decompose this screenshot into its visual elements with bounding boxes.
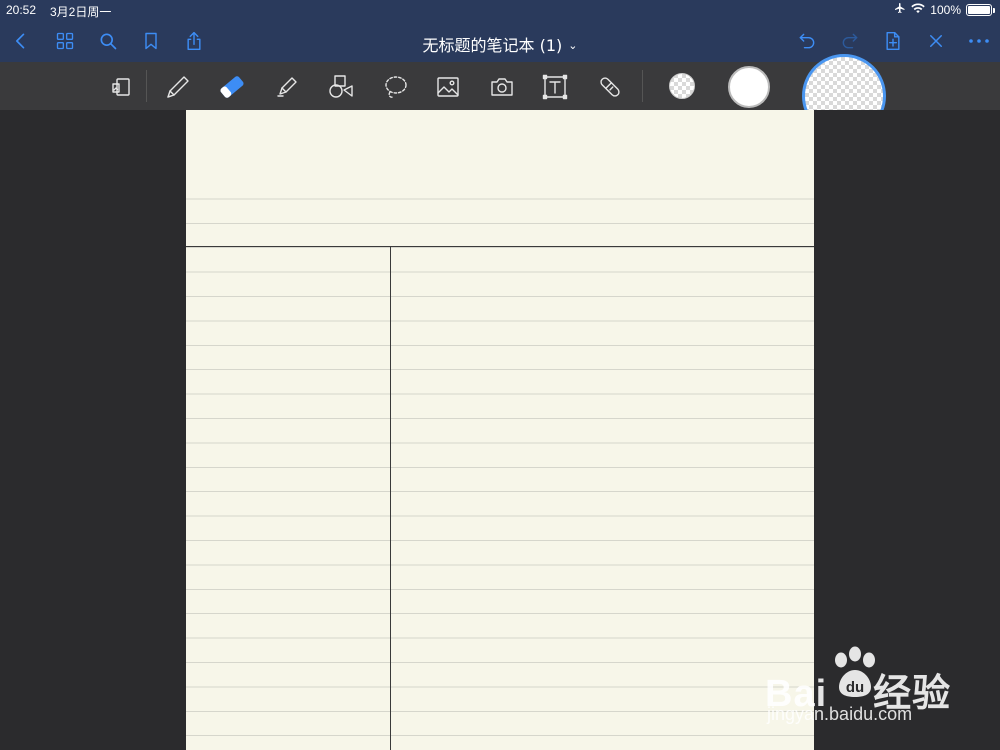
- redo-icon: [842, 33, 858, 49]
- shapes-icon: [329, 75, 353, 98]
- status-date: 3月2日周一: [50, 5, 112, 19]
- pen-tool[interactable]: [163, 72, 193, 102]
- pen-icon: [167, 76, 189, 98]
- airplane-icon: [894, 2, 906, 17]
- eraser-tool[interactable]: [217, 72, 247, 102]
- laser-pointer-tool[interactable]: [595, 72, 625, 102]
- add-page-button[interactable]: [880, 29, 906, 53]
- status-time: 20:52: [6, 3, 37, 17]
- eraser-size-small[interactable]: [669, 73, 695, 99]
- cornell-header-divider: [186, 246, 814, 247]
- image-icon: [437, 77, 459, 97]
- close-icon: [930, 35, 942, 47]
- wifi-icon: [911, 2, 926, 17]
- toolbar-divider: [642, 70, 643, 102]
- status-right: 100%: [894, 2, 995, 17]
- laser-pointer-icon: [600, 77, 620, 97]
- add-page-icon: [886, 31, 900, 51]
- lasso-tool[interactable]: [380, 72, 410, 102]
- readonly-view-tool[interactable]: [106, 72, 136, 102]
- battery-icon: [966, 3, 995, 16]
- page-header-area: [186, 110, 814, 176]
- camera-icon: [491, 78, 513, 96]
- chevron-down-icon: ⌄: [568, 39, 578, 52]
- text-tool[interactable]: [540, 72, 570, 102]
- shapes-tool[interactable]: [326, 72, 356, 102]
- more-icon: [969, 39, 989, 43]
- toolbar-divider: [146, 70, 147, 102]
- readonly-view-icon: [112, 78, 130, 96]
- cornell-cue-column-divider: [390, 247, 391, 750]
- undo-button[interactable]: [794, 29, 820, 53]
- image-tool[interactable]: [433, 72, 463, 102]
- camera-tool[interactable]: [487, 72, 517, 102]
- status-bar: 20:52 3月2日周一 100%: [0, 0, 1000, 20]
- battery-percent: 100%: [930, 2, 961, 17]
- note-page[interactable]: [186, 110, 814, 750]
- highlighter-icon: [277, 77, 297, 97]
- document-title-text: 无标题的笔记本 (1): [422, 36, 563, 55]
- close-button[interactable]: [923, 29, 949, 53]
- text-icon: [542, 74, 568, 100]
- watermark-site: jingyan.baidu.com: [767, 704, 913, 724]
- tool-bar: [0, 54, 1000, 138]
- lasso-icon: [385, 76, 407, 98]
- undo-icon: [799, 33, 815, 49]
- highlighter-tool[interactable]: [272, 72, 302, 102]
- eraser-size-medium[interactable]: [728, 66, 770, 108]
- redo-button[interactable]: [837, 29, 863, 53]
- eraser-icon: [220, 76, 244, 98]
- baidu-watermark: du Bai 经验 jingyan.baidu.com: [765, 640, 965, 735]
- more-button[interactable]: [966, 29, 992, 53]
